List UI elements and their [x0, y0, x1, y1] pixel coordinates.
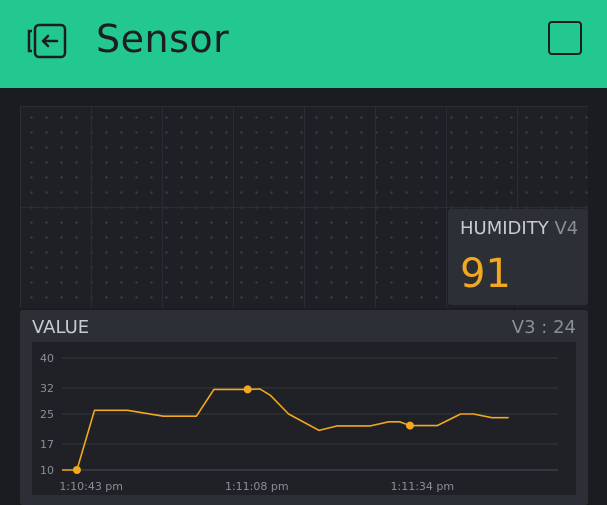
x-tick-label: 1:10:43 pm	[59, 480, 123, 493]
value-line-chart: 40 32 25 17 10 1:10:43 pm 1:11:08 pm 1:11:34 pm	[40, 352, 558, 493]
humidity-widget[interactable]: HUMIDITY V4 91	[448, 209, 588, 305]
humidity-label-row: HUMIDITY V4	[460, 218, 578, 239]
y-tick-label: 17	[40, 438, 54, 451]
y-tick-label: 32	[40, 382, 54, 395]
humidity-label: HUMIDITY	[460, 218, 549, 239]
value-pin-readout: V3 : 24	[512, 317, 576, 338]
data-point-marker	[72, 466, 81, 474]
y-tick-label: 40	[40, 352, 54, 365]
series-line	[62, 388, 509, 471]
exit-arrow-icon[interactable]	[26, 22, 70, 60]
data-point-marker	[405, 421, 414, 430]
value-chart-widget[interactable]: VALUE V3 : 24 40 32 25 17 10 1:10:43 pm 1:11:0…	[20, 310, 588, 505]
value-label: VALUE	[32, 317, 90, 338]
app-header: Sensor	[0, 0, 607, 88]
x-tick-label: 1:11:08 pm	[225, 480, 289, 493]
value-current: 24	[553, 317, 576, 338]
y-tick-label: 25	[40, 408, 54, 421]
humidity-pin: V4	[554, 218, 579, 239]
square-icon[interactable]	[548, 21, 582, 55]
humidity-value: 91	[460, 251, 511, 297]
chart-area: 40 32 25 17 10 1:10:43 pm 1:11:08 pm 1:11:34 pm	[32, 342, 576, 495]
page-title: Sensor	[96, 17, 230, 61]
value-pin: V3	[511, 317, 536, 338]
y-tick-label: 10	[40, 464, 54, 477]
data-point-marker	[243, 385, 252, 394]
value-separator: :	[541, 317, 548, 338]
x-tick-label: 1:11:34 pm	[391, 480, 455, 493]
